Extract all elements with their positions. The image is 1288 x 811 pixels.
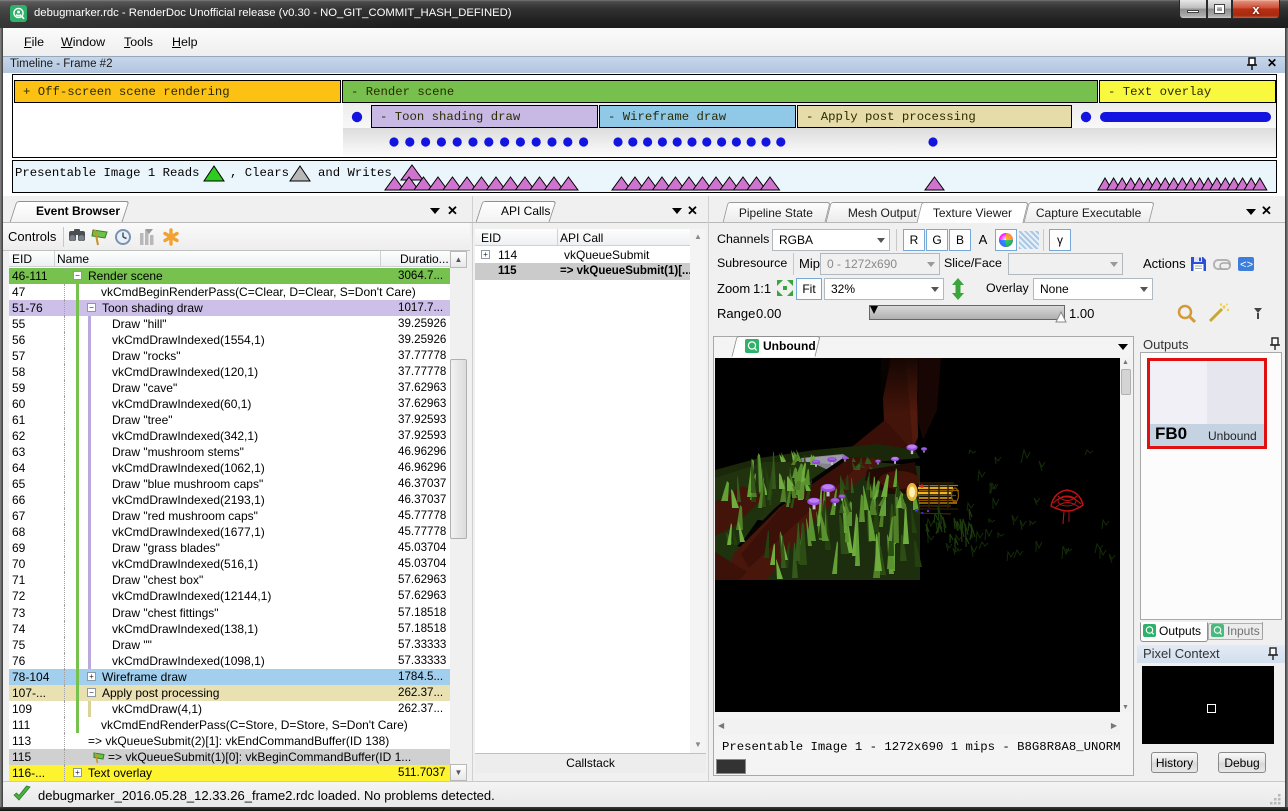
svg-text:<>: <> — [1240, 260, 1253, 272]
